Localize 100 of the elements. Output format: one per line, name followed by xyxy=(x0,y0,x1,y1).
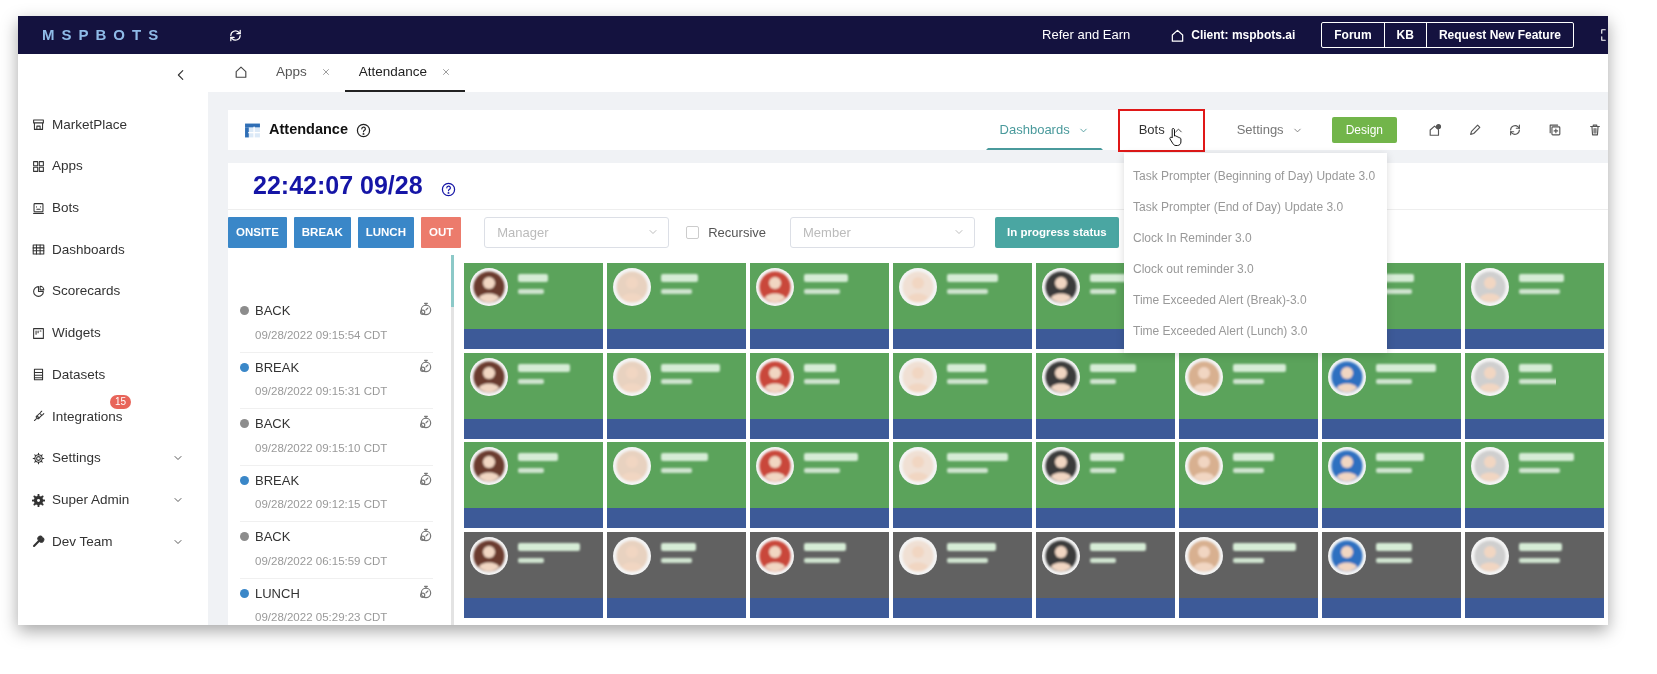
avatar-icon xyxy=(756,268,794,306)
avatar-icon xyxy=(756,357,794,396)
event-label: BACK xyxy=(255,415,291,433)
stopwatch-icon[interactable] xyxy=(418,357,433,373)
refresh-icon[interactable] xyxy=(228,27,243,43)
help-icon[interactable] xyxy=(355,122,371,138)
person-card[interactable] xyxy=(1465,531,1604,618)
close-icon[interactable] xyxy=(441,67,452,77)
person-card[interactable] xyxy=(750,352,889,439)
sidebar-item[interactable]: Apps xyxy=(18,145,208,188)
status-button[interactable]: ONSITE xyxy=(228,216,287,249)
person-card[interactable] xyxy=(464,263,603,349)
person-card[interactable] xyxy=(607,352,746,439)
sidebar-item[interactable]: Scorecards xyxy=(18,270,208,313)
person-card[interactable] xyxy=(464,531,603,618)
select-field[interactable]: Member xyxy=(790,217,976,248)
event-time: 09/28/2022 09:15:54 CDT xyxy=(255,327,389,343)
list-icon xyxy=(32,368,45,382)
menu-tab[interactable]: Bots xyxy=(1117,108,1205,152)
event-label: BACK xyxy=(255,302,291,320)
checkbox[interactable] xyxy=(686,226,700,239)
person-card[interactable] xyxy=(893,352,1032,439)
person-card[interactable] xyxy=(1036,442,1175,528)
person-card[interactable] xyxy=(607,263,746,349)
sidebar-item[interactable]: Settings xyxy=(18,437,208,480)
sidebar-item[interactable]: Super Admin xyxy=(18,479,208,521)
menu-tab[interactable]: Settings xyxy=(1219,110,1320,150)
person-card[interactable] xyxy=(750,442,889,528)
help-icon[interactable] xyxy=(440,181,456,197)
person-card[interactable] xyxy=(1036,531,1175,618)
stopwatch-icon[interactable] xyxy=(418,470,433,486)
person-card[interactable] xyxy=(607,442,746,528)
avatar-icon xyxy=(1328,447,1366,485)
close-icon[interactable] xyxy=(320,67,331,77)
person-card[interactable] xyxy=(1179,531,1318,618)
event-time: 09/28/2022 05:29:23 CDT xyxy=(255,610,389,625)
delete-icon[interactable] xyxy=(1588,123,1602,137)
clock: 22:42:07 09/28 xyxy=(253,170,423,202)
avatar-icon xyxy=(1471,357,1509,396)
event-time: 09/28/2022 06:15:59 CDT xyxy=(255,553,389,569)
stopwatch-icon[interactable] xyxy=(418,414,433,429)
copy-icon[interactable] xyxy=(1548,123,1562,137)
person-card[interactable] xyxy=(464,442,603,528)
sidebar-item[interactable]: Dashboards xyxy=(18,229,208,271)
gear-icon xyxy=(32,451,45,465)
person-card[interactable] xyxy=(1465,442,1604,528)
nav-button[interactable]: Forum xyxy=(1322,23,1384,47)
tab[interactable]: Attendance xyxy=(344,54,466,92)
person-card[interactable] xyxy=(1179,442,1318,528)
sidebar-item[interactable]: Dev Team xyxy=(18,520,208,563)
refresh-icon[interactable] xyxy=(1508,123,1522,137)
person-card[interactable] xyxy=(1322,442,1461,528)
person-card[interactable] xyxy=(607,531,746,618)
avatar-icon xyxy=(1185,357,1223,396)
sidebar-item[interactable]: Bots xyxy=(18,187,208,230)
stopwatch-icon[interactable] xyxy=(418,527,433,542)
table-icon xyxy=(244,121,261,139)
sidebar-item[interactable]: Widgets xyxy=(18,312,208,355)
nav-button[interactable]: KB xyxy=(1383,23,1426,47)
event-label: LUNCH xyxy=(255,584,300,603)
person-card[interactable] xyxy=(893,263,1032,349)
stopwatch-icon[interactable] xyxy=(418,301,433,316)
count-badge: 15 xyxy=(110,394,132,409)
person-card[interactable] xyxy=(464,352,603,439)
avatar-icon xyxy=(470,536,508,575)
avatar-icon xyxy=(1328,357,1366,396)
person-card[interactable] xyxy=(750,531,889,618)
scrollbar-thumb[interactable] xyxy=(451,255,454,307)
person-card[interactable] xyxy=(1036,352,1175,439)
avatar-icon xyxy=(613,268,651,306)
person-card[interactable] xyxy=(893,442,1032,528)
stopwatch-icon[interactable] xyxy=(418,583,433,599)
edit-icon[interactable] xyxy=(1468,123,1482,137)
event-label: BREAK xyxy=(255,471,300,490)
refer-link[interactable]: Refer and Earn xyxy=(1042,25,1131,45)
nav-button[interactable]: Request New Feature xyxy=(1425,23,1573,47)
avatar-icon xyxy=(1185,536,1223,575)
hand-cursor-icon xyxy=(1167,126,1184,147)
person-card[interactable] xyxy=(893,531,1032,618)
sidebar-item[interactable]: Datasets xyxy=(18,354,208,396)
select-field[interactable]: Manager xyxy=(484,217,670,248)
gear-icon xyxy=(32,493,45,507)
house-plus-icon[interactable] xyxy=(1428,123,1442,137)
sidebar-item[interactable]: Integrations 15 xyxy=(18,395,208,438)
avatar-icon xyxy=(470,268,508,306)
person-card[interactable] xyxy=(750,263,889,349)
person-card[interactable] xyxy=(1322,352,1461,439)
avatar-icon xyxy=(470,357,508,396)
sidebar-item[interactable]: MarketPlace xyxy=(18,104,208,146)
person-card[interactable] xyxy=(1179,352,1318,439)
avatar-icon xyxy=(756,536,794,575)
person-card[interactable] xyxy=(1322,531,1461,618)
status-button[interactable]: LUNCH xyxy=(357,216,414,249)
home-icon xyxy=(1170,27,1186,43)
status-button[interactable]: BREAK xyxy=(293,216,351,249)
avatar-icon xyxy=(1042,447,1080,485)
person-card[interactable] xyxy=(1465,263,1604,349)
pie-chart-icon xyxy=(32,285,45,299)
tab[interactable]: Apps xyxy=(262,54,345,92)
person-card[interactable] xyxy=(1465,352,1604,439)
